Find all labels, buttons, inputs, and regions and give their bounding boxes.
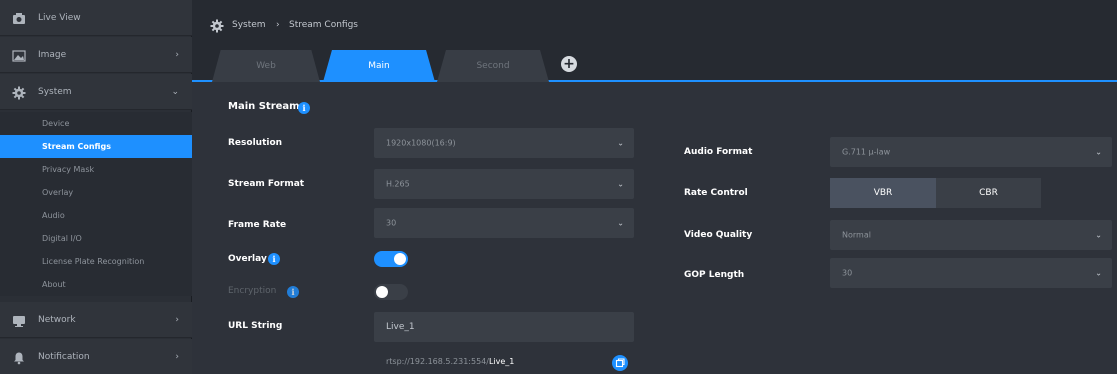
rtsp-url-stream: Live_1	[488, 357, 515, 366]
tab-main[interactable]: Main	[323, 50, 435, 82]
toggle-knob	[394, 253, 406, 265]
sidebar-subitem-about[interactable]: About	[0, 273, 192, 296]
breadcrumb-separator: ›	[276, 20, 280, 30]
rate-control-label: Rate Control	[684, 188, 748, 198]
frame-rate-select[interactable]: 30 ⌄	[374, 208, 634, 238]
video-quality-value: Normal	[842, 230, 871, 240]
video-quality-select[interactable]: Normal ⌄	[830, 220, 1112, 250]
info-icon[interactable]: i	[268, 253, 280, 265]
add-tab-button[interactable]: +	[561, 56, 577, 72]
url-string-input[interactable]: Live_1	[374, 312, 634, 342]
rtsp-url-text: rtsp://192.168.5.231:554/Live_1	[386, 357, 514, 366]
breadcrumb-current: Stream Configs	[289, 20, 358, 30]
stream-format-select[interactable]: H.265 ⌄	[374, 169, 634, 199]
overlay-label: Overlay	[228, 254, 267, 264]
sidebar-item-label: Live View	[38, 12, 81, 23]
chevron-down-icon: ⌄	[617, 179, 624, 189]
video-quality-label: Video Quality	[684, 230, 753, 240]
toggle-knob	[376, 286, 388, 298]
resolution-value: 1920x1080(16:9)	[386, 138, 456, 148]
gop-length-value: 30	[842, 268, 853, 278]
info-icon[interactable]: i	[298, 102, 310, 114]
stream-format-value: H.265	[386, 179, 410, 189]
audio-format-label: Audio Format	[684, 147, 753, 157]
frame-rate-value: 30	[386, 218, 397, 228]
sidebar-item-label: Notification	[38, 351, 90, 362]
stream-format-label: Stream Format	[228, 179, 305, 189]
copy-icon[interactable]	[612, 355, 628, 371]
sidebar-item-image[interactable]: Image ›	[0, 37, 192, 73]
breadcrumb-root[interactable]: System	[232, 20, 266, 30]
frame-rate-label: Frame Rate	[228, 220, 287, 230]
url-string-label: URL String	[228, 321, 283, 331]
resolution-label: Resolution	[228, 138, 283, 148]
app-window: Live View Image › System ⌄ Device Stream…	[0, 0, 1117, 374]
chevron-down-icon: ⌄	[617, 138, 624, 148]
info-icon[interactable]: i	[287, 286, 299, 298]
tab-second[interactable]: Second	[437, 50, 549, 82]
chevron-right-icon: ›	[175, 351, 179, 362]
gear-icon	[210, 18, 224, 33]
rate-control-cbr[interactable]: CBR	[936, 178, 1041, 208]
sidebar-item-label: System	[38, 86, 72, 97]
chevron-down-icon: ⌄	[1095, 230, 1102, 240]
sidebar-item-live-view[interactable]: Live View	[0, 0, 192, 36]
rtsp-url-prefix: rtsp://192.168.5.231:554/	[386, 357, 489, 366]
sidebar-item-network[interactable]: Network ›	[0, 302, 192, 338]
chevron-right-icon: ›	[175, 314, 179, 325]
bell-icon	[12, 350, 26, 364]
section-title: Main Stream	[228, 101, 300, 112]
url-string-value: Live_1	[386, 322, 415, 332]
sidebar-item-label: Network	[38, 314, 76, 325]
rate-control-vbr[interactable]: VBR	[830, 178, 936, 208]
sidebar-item-label: Image	[38, 49, 67, 60]
encryption-toggle[interactable]	[374, 284, 408, 300]
sidebar: Live View Image › System ⌄ Device Stream…	[0, 0, 192, 374]
image-icon	[12, 48, 26, 62]
sidebar-item-system[interactable]: System ⌄	[0, 74, 192, 110]
sidebar-subitem-overlay[interactable]: Overlay	[0, 181, 192, 204]
resolution-select[interactable]: 1920x1080(16:9) ⌄	[374, 128, 634, 158]
tab-web[interactable]: Web	[212, 50, 320, 82]
video-camera-icon	[12, 11, 26, 25]
chevron-down-icon: ⌄	[171, 86, 179, 97]
sidebar-item-notification[interactable]: Notification ›	[0, 339, 192, 374]
gop-length-select[interactable]: 30 ⌄	[830, 258, 1112, 288]
sidebar-subitem-audio[interactable]: Audio	[0, 204, 192, 227]
audio-format-select[interactable]: G.711 μ-law ⌄	[830, 137, 1112, 167]
encryption-label: Encryption	[228, 286, 277, 296]
audio-format-value: G.711 μ-law	[842, 147, 891, 157]
sidebar-subitem-privacy-mask[interactable]: Privacy Mask	[0, 158, 192, 181]
overlay-toggle[interactable]	[374, 251, 408, 267]
monitor-icon	[12, 313, 26, 327]
sidebar-subitem-license-plate-recognition[interactable]: License Plate Recognition	[0, 250, 192, 273]
chevron-down-icon: ⌄	[1095, 147, 1102, 157]
gop-length-label: GOP Length	[684, 270, 745, 280]
sidebar-subitem-device[interactable]: Device	[0, 112, 192, 135]
chevron-right-icon: ›	[175, 49, 179, 60]
gear-icon	[12, 85, 26, 99]
chevron-down-icon: ⌄	[1095, 268, 1102, 278]
chevron-down-icon: ⌄	[617, 218, 624, 228]
sidebar-subitem-digital-io[interactable]: Digital I/O	[0, 227, 192, 250]
sidebar-subitem-stream-configs[interactable]: Stream Configs	[0, 135, 192, 158]
